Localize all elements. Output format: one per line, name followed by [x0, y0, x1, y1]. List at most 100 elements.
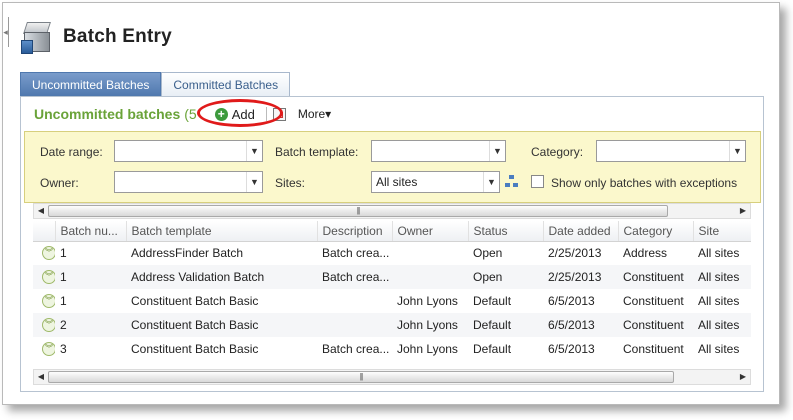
- table-row[interactable]: ︾ 3 Constituent Batch Basic Batch crea..…: [33, 337, 751, 361]
- cell-batch-template: Address Validation Batch: [126, 265, 317, 289]
- sites-select[interactable]: All sites ▼: [371, 171, 500, 193]
- cell-batch-number: 1: [55, 265, 126, 289]
- cell-description: Batch crea...: [322, 246, 390, 261]
- cell-category: Address: [623, 246, 668, 261]
- sites-label: Sites:: [275, 176, 306, 190]
- cell-category: Constituent: [623, 294, 684, 308]
- date-range-label: Date range:: [40, 145, 103, 159]
- table-row[interactable]: ︾ 1 Address Validation Batch Batch crea.…: [33, 265, 751, 289]
- owner-label: Owner:: [40, 176, 79, 190]
- expand-row-icon[interactable]: ︾: [42, 246, 55, 261]
- chevron-down-icon[interactable]: ▼: [489, 141, 505, 161]
- scrollbar-thumb[interactable]: |||: [48, 371, 674, 383]
- cell-owner: [392, 265, 468, 289]
- section-title: Uncommitted batches: [34, 106, 181, 122]
- scroll-right-icon[interactable]: ▶: [736, 370, 750, 384]
- exceptions-checkbox[interactable]: [531, 175, 544, 188]
- owner-select[interactable]: ▼: [114, 171, 263, 193]
- grid-horizontal-scrollbar[interactable]: ◀ ||| ▶: [33, 369, 751, 385]
- cell-date-added: 2/25/2013: [548, 246, 602, 261]
- toolbar: Uncommitted batches (5 + Add More▾: [21, 97, 763, 131]
- batch-template-label: Batch template:: [275, 145, 359, 159]
- filter-horizontal-scrollbar[interactable]: ◀ ||| ▶: [33, 203, 751, 219]
- table-row[interactable]: ︾ 1 Constituent Batch Basic John Lyons D…: [33, 289, 751, 313]
- cell-site: All sites: [693, 313, 751, 337]
- column-header-date-added[interactable]: Date added: [543, 221, 619, 242]
- chevron-down-icon[interactable]: ▼: [246, 141, 262, 161]
- cell-site: All sites: [698, 246, 740, 261]
- collapse-handle[interactable]: ◂: [3, 17, 9, 47]
- batches-table: Batch nu... Batch template Description O…: [33, 221, 751, 361]
- column-header-expand: [33, 221, 56, 242]
- cell-category: Constituent: [618, 313, 693, 337]
- table-header-row: Batch nu... Batch template Description O…: [33, 221, 751, 242]
- cell-category: Constituent: [623, 342, 684, 356]
- cell-status: Open: [468, 265, 543, 289]
- column-header-category[interactable]: Category: [618, 221, 694, 242]
- add-highlight-annotation: [197, 99, 283, 127]
- category-label: Category:: [531, 145, 584, 159]
- chevron-down-icon[interactable]: ▼: [246, 172, 262, 192]
- cell-owner: John Lyons: [392, 313, 468, 337]
- batch-template-select[interactable]: ▼: [371, 140, 506, 162]
- table-row[interactable]: ︾ 2 Constituent Batch Basic John Lyons D…: [33, 313, 751, 337]
- more-menu-button[interactable]: More▾: [298, 107, 331, 121]
- chevron-down-icon[interactable]: ▼: [483, 172, 499, 192]
- cell-date-added: 6/5/2013: [543, 313, 618, 337]
- cell-batch-template: Constituent Batch Basic: [131, 342, 259, 356]
- site-hierarchy-icon[interactable]: [505, 175, 519, 189]
- filter-area: Date range: ▼ Batch template: ▼ Category…: [24, 131, 761, 203]
- exceptions-label: Show only batches with exceptions: [551, 176, 738, 190]
- column-header-status[interactable]: Status: [468, 221, 544, 242]
- chevron-down-icon[interactable]: ▼: [729, 141, 745, 161]
- cell-date-added: 2/25/2013: [543, 265, 618, 289]
- cell-status: Default: [473, 342, 512, 356]
- batch-entry-window: ◂ Batch Entry Uncommitted Batches Commit…: [2, 2, 780, 405]
- batch-entry-icon: [21, 20, 53, 54]
- cell-site: All sites: [698, 294, 740, 308]
- page-title: Batch Entry: [63, 26, 172, 47]
- cell-owner: [392, 241, 468, 265]
- uncommitted-batches-panel: Uncommitted batches (5 + Add More▾ Date …: [20, 96, 764, 392]
- column-header-site[interactable]: Site: [693, 221, 751, 242]
- cell-description: Batch crea...: [322, 342, 390, 356]
- cell-batch-template: Constituent Batch Basic: [126, 313, 317, 337]
- category-select[interactable]: ▼: [596, 140, 746, 162]
- scrollbar-thumb[interactable]: |||: [48, 205, 668, 217]
- batch-count: (5: [184, 106, 197, 122]
- page-header: Batch Entry: [21, 17, 172, 57]
- expand-row-icon[interactable]: ︾: [42, 270, 55, 284]
- batches-grid: Batch nu... Batch template Description O…: [33, 221, 751, 369]
- cell-date-added: 6/5/2013: [548, 294, 595, 308]
- cell-batch-template: Constituent Batch Basic: [131, 294, 259, 308]
- table-row[interactable]: ︾ 1 AddressFinder Batch Batch crea... Op…: [33, 241, 751, 265]
- cell-site: All sites: [698, 342, 740, 356]
- cell-description: Batch crea...: [317, 265, 392, 289]
- date-range-select[interactable]: ▼: [114, 140, 263, 162]
- column-header-owner[interactable]: Owner: [392, 221, 469, 242]
- scroll-left-icon[interactable]: ◀: [34, 204, 48, 218]
- column-header-batch-number[interactable]: Batch nu...: [55, 221, 127, 242]
- cell-batch-number: 2: [55, 313, 126, 337]
- cell-batch-template: AddressFinder Batch: [131, 246, 244, 261]
- cell-date-added: 6/5/2013: [548, 342, 595, 356]
- expand-row-icon[interactable]: ︾: [42, 342, 55, 356]
- cell-owner: John Lyons: [397, 294, 458, 308]
- cell-batch-number: 3: [60, 342, 67, 356]
- cell-category: Constituent: [618, 265, 693, 289]
- cell-batch-number: 1: [60, 294, 67, 308]
- cell-description: [317, 289, 392, 313]
- cell-site: All sites: [693, 265, 751, 289]
- expand-row-icon[interactable]: ︾: [42, 294, 55, 308]
- tab-uncommitted-batches[interactable]: Uncommitted Batches: [20, 72, 162, 96]
- cell-description: [317, 313, 392, 337]
- column-header-description[interactable]: Description: [317, 221, 393, 242]
- cell-owner: John Lyons: [397, 342, 458, 356]
- sites-value: All sites: [376, 175, 418, 189]
- column-header-batch-template[interactable]: Batch template: [126, 221, 318, 242]
- scroll-right-icon[interactable]: ▶: [736, 204, 750, 218]
- scroll-left-icon[interactable]: ◀: [34, 370, 48, 384]
- tab-committed-batches[interactable]: Committed Batches: [161, 72, 291, 96]
- expand-row-icon[interactable]: ︾: [42, 318, 55, 332]
- cell-status: Default: [473, 294, 512, 308]
